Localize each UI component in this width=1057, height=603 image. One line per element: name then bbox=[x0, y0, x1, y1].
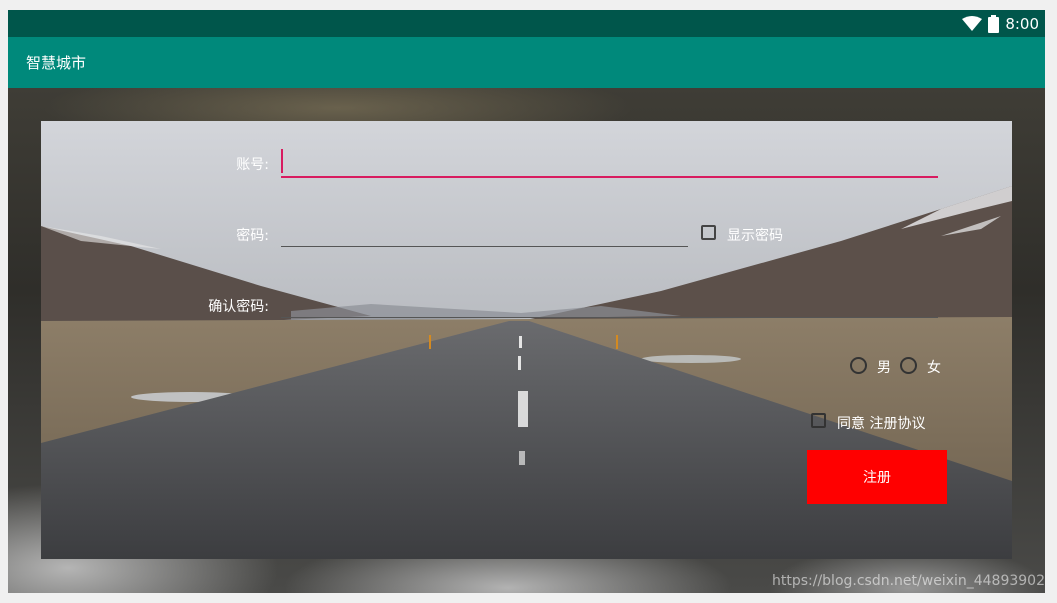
battery-icon bbox=[988, 14, 1000, 33]
gender-female-label: 女 bbox=[927, 360, 941, 376]
show-password-label: 显示密码 bbox=[727, 228, 783, 244]
status-icons: 8:00 bbox=[962, 13, 1039, 34]
gender-male-label: 男 bbox=[877, 360, 891, 376]
status-bar: 8:00 bbox=[8, 10, 1045, 37]
register-form-panel: 账号: 密码: 显示密码 确认密码: 男 女 同意 注册协议 注册 bbox=[41, 121, 1012, 559]
account-cursor bbox=[281, 149, 283, 173]
app-bar: 智慧城市 bbox=[8, 37, 1045, 88]
account-input[interactable] bbox=[281, 176, 938, 178]
password-input[interactable] bbox=[281, 246, 688, 247]
show-password-checkbox[interactable] bbox=[701, 225, 716, 240]
agree-checkbox[interactable] bbox=[811, 413, 826, 428]
password-label: 密码: bbox=[236, 228, 269, 244]
watermark: https://blog.csdn.net/weixin_44893902 bbox=[771, 573, 1045, 589]
device-screen: 8:00 智慧城市 账号: 密码: 显示密码 确认密码: 男 女 同意 注册协议… bbox=[8, 10, 1045, 593]
status-time: 8:00 bbox=[1005, 14, 1039, 33]
confirm-password-label: 确认密码: bbox=[208, 299, 269, 315]
gender-female-radio[interactable] bbox=[900, 357, 917, 374]
account-label: 账号: bbox=[236, 157, 269, 173]
gender-male-radio[interactable] bbox=[850, 357, 867, 374]
register-button[interactable]: 注册 bbox=[807, 450, 947, 504]
agree-label: 同意 注册协议 bbox=[837, 416, 926, 432]
app-title: 智慧城市 bbox=[26, 54, 87, 72]
wifi-icon bbox=[962, 15, 983, 31]
confirm-password-input[interactable] bbox=[281, 317, 938, 318]
